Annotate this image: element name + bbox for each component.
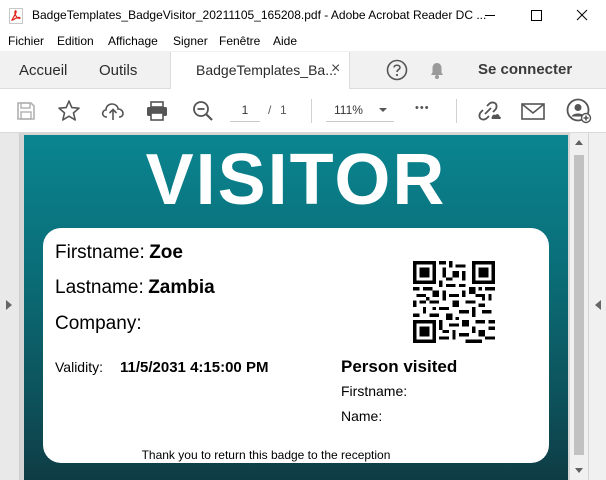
notifications-button[interactable] <box>426 59 448 81</box>
menu-edition[interactable]: Edition <box>57 34 94 48</box>
link-icon <box>478 101 501 121</box>
menu-signer[interactable]: Signer <box>173 34 208 48</box>
bell-icon <box>431 63 443 79</box>
star-icon <box>58 100 80 121</box>
add-user-button[interactable] <box>562 89 596 133</box>
menu-fenetre[interactable]: Fenêtre <box>219 34 260 48</box>
acrobat-pdf-icon <box>9 8 23 24</box>
person-visited-firstname-label: Firstname: <box>341 383 408 399</box>
save-icon <box>17 102 35 120</box>
minimize-button[interactable] <box>467 0 513 31</box>
tab-tools[interactable]: Outils <box>99 62 137 79</box>
zoom-select[interactable]: 111% <box>326 99 394 122</box>
chevron-right-icon <box>6 300 12 310</box>
zoom-out-icon <box>193 101 213 121</box>
maximize-icon <box>531 10 542 21</box>
firstname-value: Zoe <box>149 242 183 263</box>
company-label: Company: <box>55 313 142 334</box>
firstname-label: Firstname: <box>55 242 145 263</box>
scroll-up-icon <box>575 140 583 145</box>
printer-icon <box>147 101 167 121</box>
lastname-label: Lastname: <box>55 277 144 298</box>
share-link-button[interactable] <box>472 89 506 133</box>
save-button[interactable] <box>9 89 43 133</box>
upload-button[interactable] <box>96 89 130 133</box>
menu-aide[interactable]: Aide <box>273 34 297 48</box>
badge-card: Firstname: Zoe Lastname: Zambia Company: <box>43 228 549 463</box>
menu-bar: Fichier Edition Affichage Signer Fenêtre… <box>0 31 606 51</box>
lastname-row: Lastname: Zambia <box>55 277 215 299</box>
badge-heading: VISITOR <box>145 140 447 220</box>
chevron-left-icon <box>595 300 601 310</box>
more-tools-button[interactable]: ••• <box>415 102 430 114</box>
page-total: 1 <box>280 103 287 117</box>
sign-in-button[interactable]: Se connecter <box>478 61 572 78</box>
validity-label: Validity: <box>55 359 103 375</box>
minimize-icon <box>485 15 495 16</box>
help-button[interactable] <box>386 59 408 81</box>
toolbar: 1 / 1 111% ••• <box>0 89 606 133</box>
tab-document-label: BadgeTemplates_Ba... <box>196 62 337 78</box>
lastname-value: Zambia <box>148 277 215 298</box>
qr-code <box>413 261 495 343</box>
tab-home[interactable]: Accueil <box>19 62 67 79</box>
page-number-input[interactable]: 1 <box>230 99 260 122</box>
person-visited-name-label: Name: <box>341 408 383 424</box>
zoom-value: 111% <box>334 103 363 117</box>
menu-affichage[interactable]: Affichage <box>108 34 158 48</box>
bookmark-button[interactable] <box>52 89 86 133</box>
scroll-down-icon <box>575 468 583 473</box>
firstname-row: Firstname: Zoe <box>55 242 183 264</box>
cloud-upload-icon <box>101 103 124 120</box>
zoom-out-button[interactable] <box>186 89 220 133</box>
validity-value: 11/5/2031 4:15:00 PM <box>120 359 269 376</box>
vertical-scrollbar[interactable] <box>570 133 588 480</box>
right-panel-toggle[interactable] <box>589 133 606 480</box>
close-window-button[interactable] <box>559 0 605 31</box>
toolbar-divider <box>456 99 457 123</box>
toolbar-divider <box>311 99 312 123</box>
title-bar: BadgeTemplates_BadgeVisitor_20211105_165… <box>0 0 606 31</box>
badge-footer-text: Thank you to return this badge to the re… <box>141 448 391 462</box>
chevron-down-icon <box>379 108 387 112</box>
tab-document[interactable]: BadgeTemplates_Ba... × <box>170 52 350 89</box>
left-panel-toggle[interactable] <box>0 133 20 480</box>
print-button[interactable] <box>140 89 174 133</box>
email-button[interactable] <box>516 89 550 133</box>
maximize-button[interactable] <box>513 0 559 31</box>
tab-close-icon[interactable]: × <box>331 60 340 78</box>
badge-page: VISITOR Firstname: Zoe Lastname: Zambia … <box>24 135 568 480</box>
window-title: BadgeTemplates_BadgeVisitor_20211105_165… <box>32 8 487 22</box>
page-separator: / <box>268 103 272 117</box>
person-visited-heading: Person visited <box>341 357 458 376</box>
scroll-thumb[interactable] <box>574 155 584 455</box>
help-icon <box>386 59 408 81</box>
close-icon <box>576 9 588 21</box>
envelope-icon <box>521 103 545 120</box>
menu-fichier[interactable]: Fichier <box>8 34 44 48</box>
add-user-icon <box>566 98 592 124</box>
